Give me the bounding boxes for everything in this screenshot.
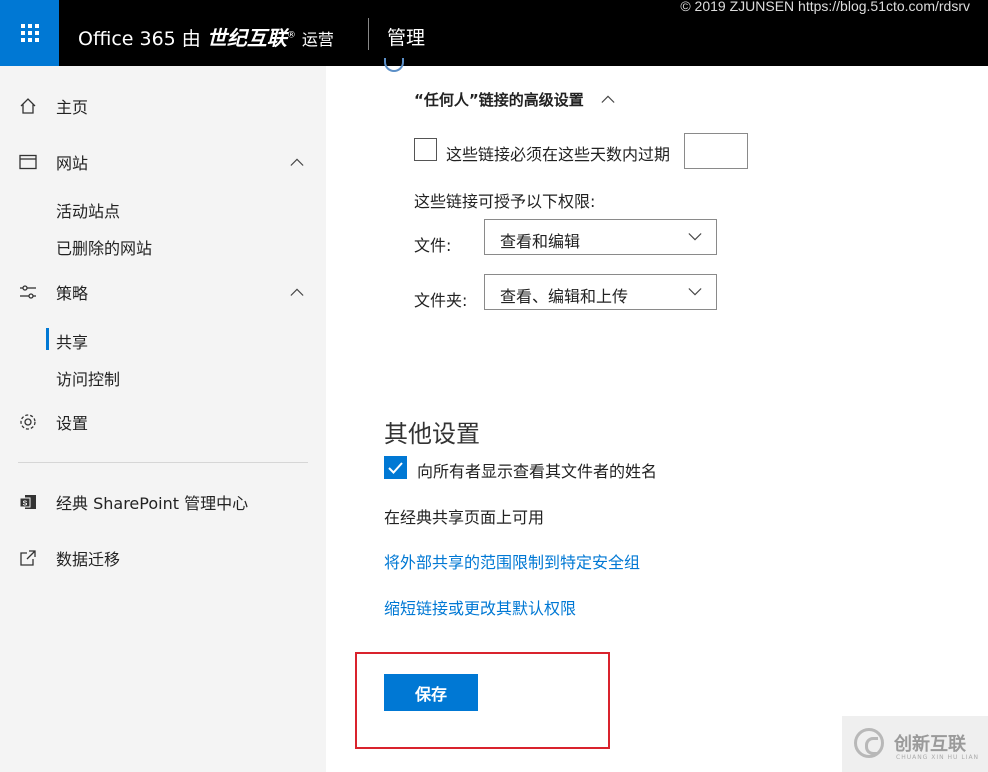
save-button[interactable]: 保存	[384, 674, 478, 711]
nav-item-sites[interactable]: 网站	[0, 142, 326, 182]
files-permission-value: 查看和编辑	[500, 232, 581, 251]
nav-item-deleted-sites[interactable]: 已删除的网站	[56, 235, 152, 259]
radio-button-partial[interactable]	[384, 58, 404, 72]
top-bar: Office 365 由 世纪互联® 运营 管理 © 2019 ZJUNSEN …	[0, 0, 988, 66]
left-navigation: 主页 网站 活动站点 已删除的网站 策略 共享 访问控制 设置 S 经典 Sha…	[0, 66, 326, 772]
folders-permission-label: 文件夹:	[414, 291, 468, 310]
nav-item-settings[interactable]: 设置	[0, 402, 326, 442]
header-divider	[368, 18, 369, 50]
brand-suffix: 运营	[301, 30, 334, 49]
nav-label-settings: 设置	[56, 414, 89, 433]
blog-watermark: © 2019 ZJUNSEN https://blog.51cto.com/rd…	[680, 0, 970, 14]
nav-label-policies: 策略	[56, 284, 89, 303]
nav-label-migration: 数据迁移	[56, 550, 121, 569]
brand-title[interactable]: Office 365 由 世纪互联® 运营	[78, 22, 334, 51]
brand-name: 世纪互联	[206, 26, 287, 50]
waffle-icon	[20, 24, 39, 42]
sliders-icon	[18, 282, 38, 302]
chevron-up-icon[interactable]	[601, 93, 615, 105]
home-icon	[18, 96, 38, 116]
nav-item-classic-admin[interactable]: S 经典 SharePoint 管理中心	[0, 482, 326, 522]
limit-security-groups-link[interactable]: 将外部共享的范围限制到特定安全组	[384, 549, 640, 573]
expire-days-label: 这些链接必须在这些天数内过期	[446, 145, 671, 164]
nav-item-policies[interactable]: 策略	[0, 272, 326, 312]
other-settings-title: 其他设置	[384, 420, 480, 448]
sharepoint-icon: S	[18, 492, 38, 512]
folders-permission-dropdown[interactable]: 查看、编辑和上传	[484, 274, 717, 310]
shorten-links-link[interactable]: 缩短链接或更改其默认权限	[384, 595, 576, 619]
corner-logo-en: CHUANG XIN HU LIAN	[896, 754, 980, 761]
classic-sharing-note: 在经典共享页面上可用	[384, 508, 545, 527]
folders-permission-value: 查看、编辑和上传	[500, 287, 629, 306]
checkmark-icon	[388, 462, 403, 474]
gear-icon	[18, 412, 38, 432]
files-permission-dropdown[interactable]: 查看和编辑	[484, 219, 717, 255]
nav-label-home: 主页	[56, 98, 89, 117]
nav-item-migration[interactable]: 数据迁移	[0, 538, 326, 578]
brand-logo-icon	[854, 728, 884, 758]
nav-item-sharing[interactable]: 共享	[56, 329, 88, 353]
nav-label-classic-admin: 经典 SharePoint 管理中心	[56, 494, 249, 513]
browser-window-icon	[18, 152, 38, 172]
brand-registered-mark: ®	[286, 30, 296, 41]
show-owner-label: 向所有者显示查看其文件者的姓名	[417, 462, 658, 481]
chevron-down-icon	[688, 288, 702, 296]
anyone-links-advanced-heading[interactable]: “任何人”链接的高级设置	[414, 89, 584, 110]
nav-item-active-sites[interactable]: 活动站点	[56, 198, 120, 222]
expire-days-checkbox[interactable]	[414, 138, 437, 161]
expire-days-input[interactable]	[684, 133, 748, 169]
chevron-up-icon[interactable]	[290, 285, 304, 299]
files-permission-label: 文件:	[414, 236, 452, 255]
corner-logo-cn: 创新互联	[894, 734, 966, 755]
chevron-up-icon[interactable]	[290, 155, 304, 169]
corner-logo: 创新互联 CHUANG XIN HU LIAN	[842, 716, 988, 772]
main-content: “任何人”链接的高级设置 这些链接必须在这些天数内过期 这些链接可授予以下权限:…	[326, 58, 988, 772]
active-indicator	[46, 328, 49, 350]
nav-item-home[interactable]: 主页	[0, 86, 326, 126]
chevron-down-icon	[688, 233, 702, 241]
nav-item-access-control[interactable]: 访问控制	[56, 366, 120, 390]
brand-prefix: Office 365 由	[78, 28, 201, 50]
admin-section-title[interactable]: 管理	[387, 23, 425, 50]
open-external-icon	[18, 548, 38, 568]
app-launcher-button[interactable]	[0, 0, 59, 66]
svg-text:S: S	[23, 501, 28, 508]
sidebar-divider	[18, 462, 308, 463]
show-owner-checkbox[interactable]	[384, 456, 407, 479]
nav-label-sites: 网站	[56, 154, 89, 173]
permissions-intro: 这些链接可授予以下权限:	[414, 192, 596, 211]
